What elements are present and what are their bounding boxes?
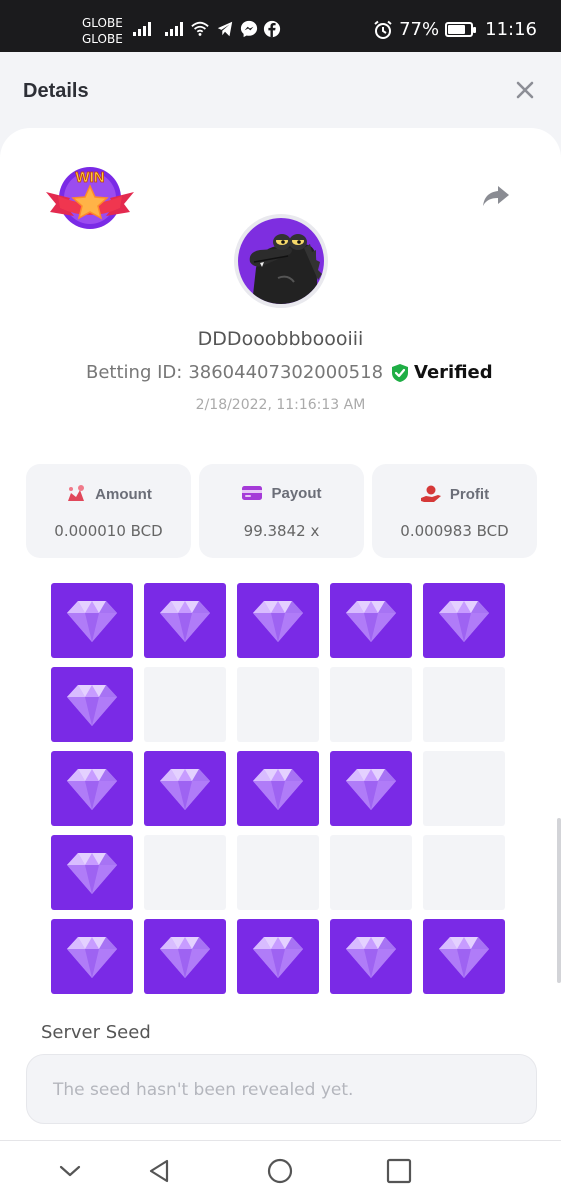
stat-amount: Amount 0.000010 BCD	[26, 464, 191, 558]
tile-gem	[237, 583, 319, 658]
tile-gem	[330, 751, 412, 826]
messenger-icon	[240, 20, 258, 38]
verified-label: Verified	[414, 362, 493, 383]
gem-icon	[160, 936, 210, 978]
verified-shield-icon	[392, 363, 409, 382]
details-header: Details	[0, 52, 561, 130]
tile-empty	[144, 835, 226, 910]
share-icon[interactable]	[482, 184, 510, 208]
tile-gem	[144, 583, 226, 658]
status-bar: GLOBE GLOBE 77% 11:16	[0, 0, 561, 52]
tile-gem	[237, 919, 319, 994]
carrier-labels: GLOBE GLOBE	[82, 15, 123, 47]
signal-icon	[133, 22, 151, 36]
profit-hand-icon	[420, 485, 441, 502]
back-icon[interactable]	[146, 1157, 174, 1185]
gem-icon	[346, 768, 396, 810]
server-seed-placeholder: The seed hasn't been revealed yet.	[53, 1080, 354, 1100]
tile-gem	[330, 583, 412, 658]
gem-icon	[253, 600, 303, 642]
tile-gem	[144, 919, 226, 994]
stat-profit: Profit 0.000983 BCD	[372, 464, 537, 558]
signal-icon	[165, 22, 183, 36]
card-icon	[242, 486, 263, 500]
stat-amount-label: Amount	[95, 485, 152, 503]
tile-gem	[237, 751, 319, 826]
gem-icon	[160, 768, 210, 810]
betting-id-row: Betting ID: 38604407302000518 Verified	[86, 362, 493, 383]
crocodile-avatar-icon	[249, 234, 322, 304]
server-seed-label: Server Seed	[41, 1022, 151, 1043]
verified-badge: Verified	[391, 362, 493, 383]
facebook-icon	[263, 20, 281, 38]
gem-icon	[67, 684, 117, 726]
telegram-icon	[217, 21, 233, 37]
tile-gem	[51, 667, 133, 742]
carrier-1: GLOBE	[82, 16, 123, 30]
gem-icon	[439, 936, 489, 978]
gem-icon	[67, 936, 117, 978]
gem-icon	[67, 768, 117, 810]
status-right: 77% 11:16	[373, 19, 537, 40]
svg-text:WIN: WIN	[75, 169, 104, 186]
gem-icon	[67, 600, 117, 642]
gem-icon	[346, 600, 396, 642]
gem-icon	[253, 936, 303, 978]
mines-board	[51, 583, 505, 994]
tile-gem	[423, 919, 505, 994]
tile-gem	[144, 751, 226, 826]
battery-percent: 77%	[399, 19, 440, 40]
tile-gem	[51, 583, 133, 658]
tile-gem	[51, 919, 133, 994]
scrollbar[interactable]	[557, 818, 561, 983]
clock: 11:16	[485, 19, 537, 40]
stat-profit-label: Profit	[449, 485, 490, 503]
tile-empty	[237, 835, 319, 910]
stat-profit-value: 0.000983 BCD	[400, 522, 509, 540]
gem-icon	[253, 768, 303, 810]
gem-icon	[346, 936, 396, 978]
server-seed-field[interactable]: The seed hasn't been revealed yet.	[26, 1054, 537, 1124]
home-icon[interactable]	[266, 1157, 294, 1185]
gem-icon	[160, 600, 210, 642]
tile-empty	[330, 667, 412, 742]
stat-payout-value: 99.3842 x	[243, 522, 320, 540]
stat-amount-value: 0.000010 BCD	[54, 522, 163, 540]
tile-gem	[423, 583, 505, 658]
gem-icon	[439, 600, 489, 642]
avatar	[234, 214, 328, 308]
tile-empty	[423, 667, 505, 742]
wifi-icon	[191, 21, 209, 36]
tile-empty	[423, 751, 505, 826]
tile-gem	[330, 919, 412, 994]
gem-icon	[67, 852, 117, 894]
stat-payout-label: Payout	[271, 484, 322, 502]
win-badge-icon: WIN	[46, 167, 134, 229]
tile-empty	[144, 667, 226, 742]
battery-icon	[445, 22, 477, 37]
tile-empty	[423, 835, 505, 910]
tile-empty	[330, 835, 412, 910]
page-title: Details	[23, 80, 89, 102]
close-icon[interactable]	[513, 78, 537, 102]
stat-payout-label-row: Payout	[199, 484, 364, 502]
tile-empty	[237, 667, 319, 742]
bet-datetime: 2/18/2022, 11:16:13 AM	[195, 397, 366, 413]
hide-keyboard-icon[interactable]	[56, 1157, 84, 1185]
coins-icon	[68, 485, 85, 501]
betting-id-label: Betting ID:	[86, 362, 183, 383]
stat-profit-label-row: Profit	[372, 484, 537, 504]
stat-amount-label-row: Amount	[26, 484, 191, 504]
betting-id-value: 38604407302000518	[188, 362, 384, 383]
tile-gem	[51, 835, 133, 910]
username: DDDooobbboooiii	[197, 328, 364, 350]
carrier-2: GLOBE	[82, 32, 123, 46]
stat-payout: Payout 99.3842 x	[199, 464, 364, 558]
tile-gem	[51, 751, 133, 826]
recents-icon[interactable]	[385, 1157, 413, 1185]
alarm-icon	[374, 20, 392, 39]
system-nav-bar	[0, 1140, 561, 1200]
